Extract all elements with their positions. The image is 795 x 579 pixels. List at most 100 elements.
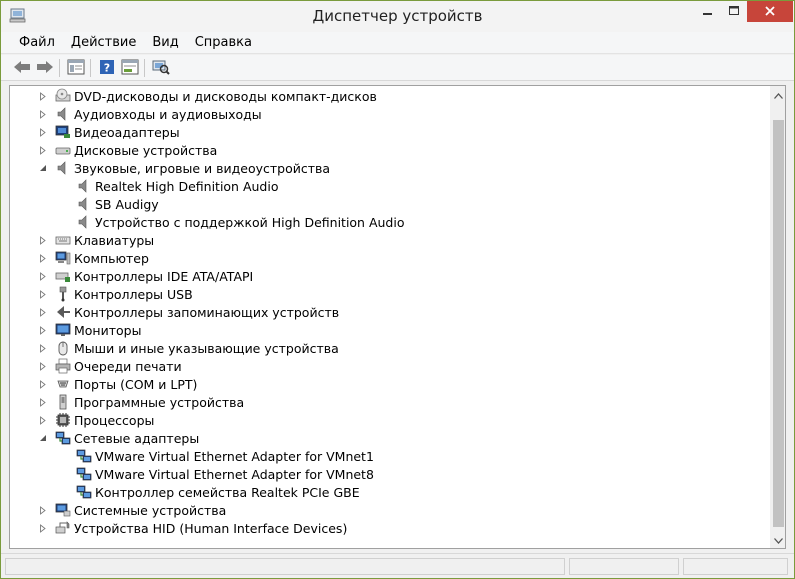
tree-item[interactable]: Аудиовходы и аудиовыходы [38, 105, 262, 123]
tree-item[interactable]: Порты (COM и LPT) [38, 375, 197, 393]
tree-item-label: Контроллеры IDE ATA/ATAPI [74, 268, 254, 284]
collapsed-arrow-icon[interactable] [38, 501, 48, 519]
menu-bar: Файл Действие Вид Справка [1, 32, 794, 54]
title-bar[interactable]: Диспетчер устройств [1, 1, 794, 32]
tree-item[interactable]: Видеоадаптеры [38, 123, 180, 141]
menu-view[interactable]: Вид [144, 35, 186, 50]
collapsed-arrow-icon[interactable] [38, 393, 48, 411]
tree-item[interactable]: Мыши и иные указывающие устройства [38, 339, 339, 357]
close-icon [765, 5, 775, 19]
collapsed-arrow-icon[interactable] [38, 411, 48, 429]
menu-file[interactable]: Файл [11, 35, 63, 50]
disk-drive-icon [55, 142, 71, 158]
mouse-icon [55, 340, 71, 356]
scrollbar-thumb[interactable] [773, 120, 784, 527]
properties-icon [121, 59, 139, 78]
collapsed-arrow-icon[interactable] [38, 357, 48, 375]
vertical-scrollbar[interactable] [770, 86, 785, 548]
tree-item-label: Мыши и иные указывающие устройства [74, 340, 339, 356]
tree-item-label: Устройства HID (Human Interface Devices) [74, 520, 348, 536]
svg-text:?: ? [103, 61, 109, 74]
printer-icon [55, 358, 71, 374]
tree-item[interactable]: Сетевые адаптеры [38, 429, 199, 447]
tree-item[interactable]: Контроллеры запоминающих устройств [38, 303, 339, 321]
collapsed-arrow-icon[interactable] [38, 519, 48, 537]
scroll-down-button[interactable] [770, 531, 785, 548]
toolbar-separator [59, 59, 60, 77]
tree-item[interactable]: VMware Virtual Ethernet Adapter for VMne… [76, 447, 374, 465]
display-adapter-icon [55, 124, 71, 140]
tree-item[interactable]: Мониторы [38, 321, 141, 339]
help-button[interactable]: ? [96, 58, 117, 78]
tree-item[interactable]: VMware Virtual Ethernet Adapter for VMne… [76, 465, 374, 483]
close-button[interactable] [747, 1, 793, 22]
speaker-icon [76, 196, 92, 212]
network-adapter-icon [76, 466, 92, 482]
properties-button[interactable] [119, 58, 140, 78]
tree-item[interactable]: Контроллеры IDE ATA/ATAPI [38, 267, 253, 285]
expanded-arrow-icon[interactable] [38, 429, 48, 447]
menu-action[interactable]: Действие [63, 35, 144, 50]
tree-item-label: Очереди печати [74, 358, 182, 374]
maximize-icon [729, 5, 739, 19]
collapsed-arrow-icon[interactable] [38, 123, 48, 141]
tree-item-label: Звуковые, игровые и видеоустройства [74, 160, 331, 176]
tree-item[interactable]: Устройства HID (Human Interface Devices) [38, 519, 347, 537]
status-cell-main [5, 558, 565, 575]
collapsed-arrow-icon[interactable] [38, 87, 48, 105]
speaker-icon [76, 214, 92, 230]
tree-item[interactable]: Очереди печати [38, 357, 182, 375]
tree-item[interactable]: Realtek High Definition Audio [76, 177, 278, 195]
tree-item[interactable]: SB Audigy [76, 195, 159, 213]
tree-item-label: Сетевые адаптеры [74, 430, 200, 446]
tree-item[interactable]: Дисковые устройства [38, 141, 217, 159]
tree-item-label: Realtek High Definition Audio [95, 178, 279, 194]
tree-item[interactable]: Системные устройства [38, 501, 226, 519]
tree-item[interactable]: DVD-дисководы и дисководы компакт-дисков [38, 87, 377, 105]
scroll-up-button[interactable] [770, 86, 785, 103]
speaker-icon [55, 160, 71, 176]
status-cell-secondary [569, 558, 679, 575]
software-device-icon [55, 394, 71, 410]
tree-item[interactable]: Программные устройства [38, 393, 244, 411]
collapsed-arrow-icon[interactable] [38, 231, 48, 249]
show-hide-console-tree-button[interactable] [65, 58, 86, 78]
collapsed-arrow-icon[interactable] [38, 375, 48, 393]
tree-item[interactable]: Контроллер семейства Realtek PCIe GBE [76, 483, 360, 501]
tree-item-label: Системные устройства [74, 502, 227, 518]
tree-item-label: SB Audigy [95, 196, 159, 212]
tree-item[interactable]: Контроллеры USB [38, 285, 193, 303]
dvd-drive-icon [55, 88, 71, 104]
tree-item[interactable]: Устройство с поддержкой High Definition … [76, 213, 405, 231]
scan-hardware-button[interactable] [150, 58, 171, 78]
chevron-up-icon [774, 88, 783, 102]
forward-button[interactable] [34, 58, 55, 78]
monitor-icon [55, 322, 71, 338]
collapsed-arrow-icon[interactable] [38, 249, 48, 267]
speaker-icon [55, 106, 71, 122]
collapsed-arrow-icon[interactable] [38, 285, 48, 303]
minimize-button[interactable] [694, 1, 721, 22]
expanded-arrow-icon[interactable] [38, 159, 48, 177]
collapsed-arrow-icon[interactable] [38, 267, 48, 285]
tree-item-label: Программные устройства [74, 394, 245, 410]
collapsed-arrow-icon[interactable] [38, 105, 48, 123]
device-manager-window: Диспетчер устройств Файл Действие Вид Сп… [0, 0, 795, 579]
network-adapter-icon [55, 430, 71, 446]
back-button[interactable] [11, 58, 32, 78]
collapsed-arrow-icon[interactable] [38, 303, 48, 321]
tree-item[interactable]: Процессоры [38, 411, 154, 429]
tree-item[interactable]: Клавиатуры [38, 231, 154, 249]
collapsed-arrow-icon[interactable] [38, 141, 48, 159]
tree-item[interactable]: Звуковые, игровые и видеоустройства [38, 159, 330, 177]
usb-icon [55, 286, 71, 302]
toolbar-separator [144, 59, 145, 77]
collapsed-arrow-icon[interactable] [38, 339, 48, 357]
collapsed-arrow-icon[interactable] [38, 321, 48, 339]
menu-help[interactable]: Справка [187, 35, 260, 50]
tree-item[interactable]: Компьютер [38, 249, 149, 267]
maximize-button[interactable] [721, 1, 747, 22]
device-tree[interactable]: DVD-дисководы и дисководы компакт-дисков… [9, 85, 786, 549]
status-bar [1, 553, 794, 578]
tree-item-label: DVD-дисководы и дисководы компакт-дисков [74, 88, 377, 104]
